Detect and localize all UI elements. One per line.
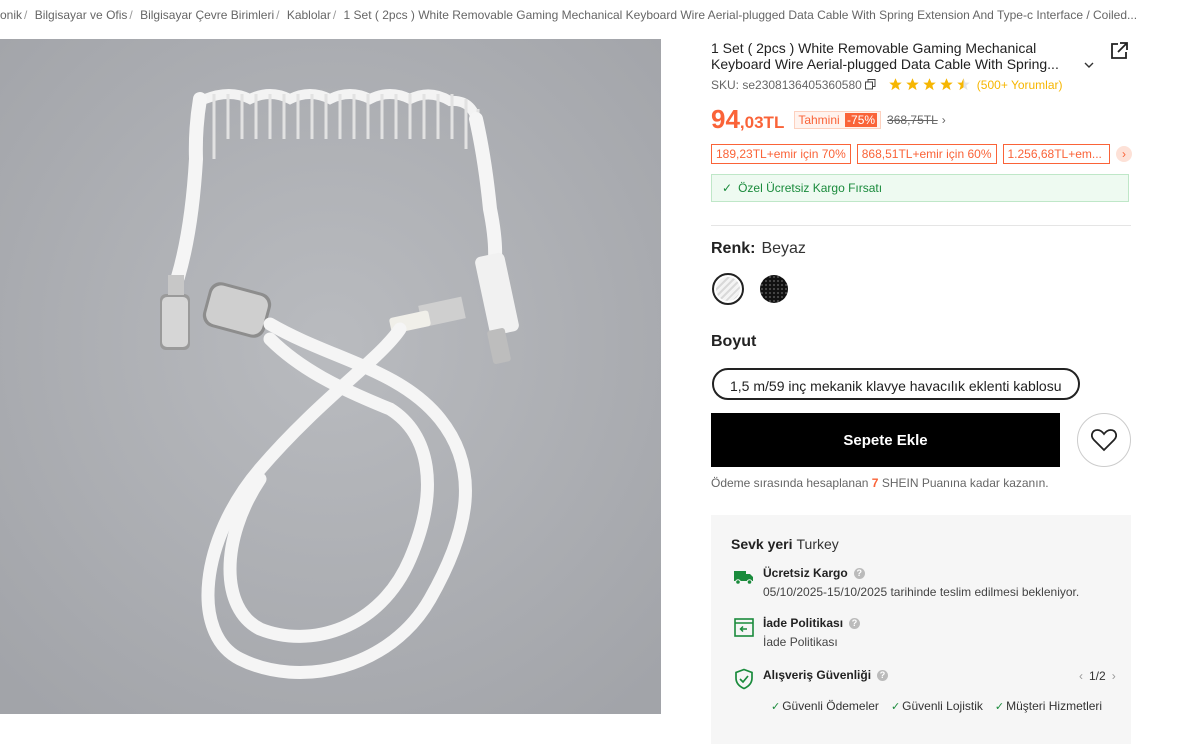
original-price: 368,75TL bbox=[887, 113, 938, 127]
price-decimal: ,03TL bbox=[739, 113, 785, 132]
points-suffix: SHEIN Puanına kadar kazanın. bbox=[881, 476, 1049, 490]
security-pager: ‹ 1/2 › bbox=[1079, 669, 1116, 683]
coupon-list: 189,23TL+emir için 70% 868,51TL+emir içi… bbox=[711, 144, 1110, 164]
return-policy-title: İade Politikası bbox=[763, 616, 844, 630]
points-info: Ödeme sırasında hesaplanan 7 SHEIN Puanı… bbox=[711, 476, 1049, 490]
sku-row: SKU: se2308136405360580 (500+ Yorumlar) bbox=[711, 77, 1063, 92]
price-main: 94 bbox=[711, 104, 740, 134]
return-policy-detail: İade Politikası bbox=[763, 635, 838, 649]
breadcrumb-item[interactable]: onik bbox=[0, 8, 22, 22]
color-section-label: Renk: Beyaz bbox=[711, 240, 806, 258]
breadcrumb: onik / Bilgisayar ve Ofis / Bilgisayar Çev… bbox=[0, 8, 1138, 22]
coupon-next-button[interactable]: › bbox=[1116, 146, 1132, 162]
help-icon[interactable]: ? bbox=[853, 567, 865, 579]
shipping-info-box: Sevk yeri Turkey Ücretsiz Kargo? 05/10/20… bbox=[711, 515, 1131, 744]
color-label: Renk: bbox=[711, 240, 756, 257]
product-image[interactable] bbox=[0, 39, 661, 714]
color-value: Beyaz bbox=[761, 240, 806, 257]
free-shipping-title: Ücretsiz Kargo bbox=[763, 566, 848, 580]
chevron-down-icon[interactable] bbox=[1082, 58, 1096, 72]
ship-from: Sevk yeri Turkey bbox=[731, 536, 839, 552]
pager-next[interactable]: › bbox=[1112, 669, 1116, 683]
heart-icon bbox=[1091, 429, 1117, 452]
shopping-security-row[interactable]: Alışveriş Güvenliği? bbox=[733, 668, 889, 690]
product-title: 1 Set ( 2pcs ) White Removable Gaming Me… bbox=[711, 40, 1059, 72]
star-icon bbox=[940, 78, 953, 91]
size-option[interactable]: 1,5 m/59 inç mekanik klavye havacılık ek… bbox=[712, 368, 1080, 400]
security-tag: Güvenli Lojistik bbox=[891, 699, 983, 713]
help-icon[interactable]: ? bbox=[849, 617, 861, 629]
divider bbox=[711, 225, 1131, 226]
estimated-badge[interactable]: Tahmini -75% bbox=[794, 111, 882, 129]
breadcrumb-item[interactable]: Bilgisayar Çevre Birimleri bbox=[140, 8, 274, 22]
free-shipping-banner: ✓ Özel Ücretsiz Kargo Fırsatı bbox=[711, 174, 1129, 202]
return-icon bbox=[734, 618, 754, 637]
cable-photo bbox=[0, 39, 661, 714]
estimated-label: Tahmini bbox=[798, 113, 840, 127]
sku-text: SKU: se2308136405360580 bbox=[711, 77, 862, 92]
pager-prev[interactable]: ‹ bbox=[1079, 669, 1083, 683]
wishlist-button[interactable] bbox=[1077, 413, 1131, 467]
ship-from-value: Turkey bbox=[796, 536, 839, 552]
price-row: 94 ,03TL Tahmini -75% 368,75TL › bbox=[711, 104, 946, 135]
pager-count: 1/2 bbox=[1089, 669, 1106, 683]
truck-icon bbox=[734, 571, 753, 585]
coupon-tag[interactable]: 868,51TL+emir için 60% bbox=[856, 144, 997, 164]
free-shipping-text: Özel Ücretsiz Kargo Fırsatı bbox=[738, 181, 883, 195]
points-prefix: Ödeme sırasında hesaplanan bbox=[711, 476, 869, 490]
breadcrumb-item[interactable]: Kablolar bbox=[287, 8, 331, 22]
help-icon[interactable]: ? bbox=[877, 669, 889, 681]
size-label: Boyut bbox=[711, 333, 757, 350]
points-value: 7 bbox=[871, 476, 879, 490]
coupon-tag[interactable]: 189,23TL+emir için 70% bbox=[711, 144, 851, 164]
rating-stars[interactable] bbox=[888, 77, 971, 92]
color-swatch-white[interactable] bbox=[712, 273, 744, 305]
ship-from-label: Sevk yeri bbox=[731, 536, 793, 552]
security-tags: Güvenli Ödemeler Güvenli Lojistik Müşter… bbox=[771, 699, 1102, 713]
discount-badge: -75% bbox=[845, 113, 878, 127]
star-half-icon bbox=[957, 78, 970, 91]
share-icon[interactable] bbox=[1109, 41, 1129, 61]
security-tag: Müşteri Hizmetleri bbox=[995, 699, 1102, 713]
star-icon bbox=[923, 78, 936, 91]
return-policy-row[interactable]: İade Politikası? İade Politikası bbox=[733, 616, 861, 649]
delivery-estimate: 05/10/2025-15/10/2025 tarihinde teslim e… bbox=[763, 585, 1080, 599]
price-detail-arrow[interactable]: › bbox=[942, 113, 946, 127]
security-title: Alışveriş Güvenliği bbox=[763, 668, 872, 682]
breadcrumb-item[interactable]: Bilgisayar ve Ofis bbox=[35, 8, 128, 22]
free-shipping-row[interactable]: Ücretsiz Kargo? 05/10/2025-15/10/2025 ta… bbox=[733, 566, 1079, 599]
security-tag: Güvenli Ödemeler bbox=[771, 699, 879, 713]
copy-icon[interactable] bbox=[864, 79, 876, 90]
reviews-link[interactable]: (500+ Yorumlar) bbox=[977, 78, 1063, 92]
breadcrumb-current: 1 Set ( 2pcs ) White Removable Gaming Me… bbox=[343, 8, 1138, 22]
shield-icon bbox=[735, 668, 753, 690]
star-icon bbox=[906, 78, 919, 91]
check-icon: ✓ bbox=[722, 181, 733, 195]
color-swatch-black[interactable] bbox=[760, 275, 788, 303]
add-to-cart-button[interactable]: Sepete Ekle bbox=[711, 413, 1060, 467]
star-icon bbox=[889, 78, 902, 91]
coupon-tag[interactable]: 1.256,68TL+em... bbox=[1002, 144, 1110, 164]
